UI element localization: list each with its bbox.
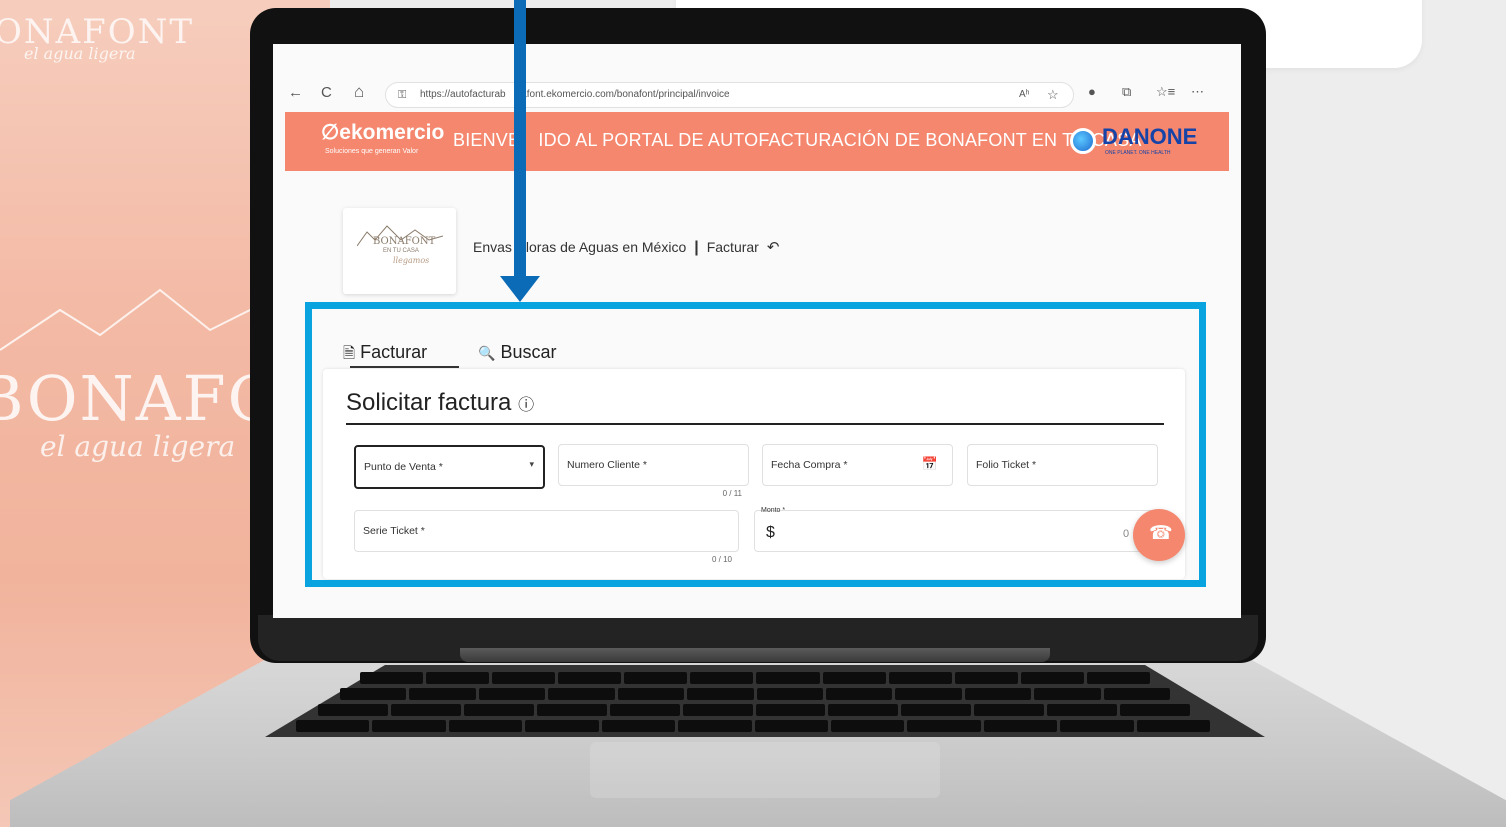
favorites-bar-icon[interactable]: ☆≡ [1156,84,1175,100]
danone-logo: DANONE [1102,124,1198,149]
lock-icon[interactable]: ⚿ [398,83,406,107]
logo-sub: EN TU CASA [383,248,419,254]
keyboard-row [296,720,1211,732]
home-icon[interactable]: ⌂ [354,82,364,102]
form-highlight-box [305,302,1206,587]
reload-icon[interactable]: C [321,84,332,101]
banner-title: BIENVE IDO AL PORTAL DE AUTOFACTURACIÓN … [453,130,1142,150]
back-icon[interactable]: ↶ [767,239,780,256]
read-aloud-icon[interactable]: Aʰ [1019,83,1030,107]
breadcrumb-company: Envas loras de Aguas en México [473,239,687,255]
extension-icon[interactable]: ● [1088,84,1096,99]
danone-globe-icon [1070,128,1096,154]
pointer-arrow-head-icon [500,276,540,302]
ekomercio-logo: ∅ekomercio [321,121,445,144]
address-bar[interactable]: ⚿ https://autofacturab nafont.ekomercio.… [385,82,1074,108]
bottle-tagline: el agua ligera [40,430,236,463]
keyboard-row [360,672,1150,684]
back-arrow-icon[interactable]: ← [288,84,303,101]
laptop-hinge [460,648,1050,662]
logo-brand: BONAFONT [373,236,436,247]
keyboard-row [318,704,1191,716]
bonafont-logo-card: BONAFONT EN TU CASA llegamos [343,208,456,294]
ekomercio-tagline: Soluciones que generan Valor [325,148,419,155]
pointer-arrow-shaft [514,0,526,286]
more-menu-icon[interactable]: ⋯ [1191,84,1204,100]
trackpad [590,742,940,798]
breadcrumb-separator: | [694,239,699,256]
favorite-star-icon[interactable]: ☆ [1047,83,1059,107]
url-text[interactable]: https://autofacturab nafont.ekomercio.co… [420,83,730,107]
bottle-tagline-top: el agua ligera [24,44,136,63]
collections-icon[interactable]: ⧉ [1122,84,1131,100]
portal-banner: ∅ekomercio Soluciones que generan Valor … [285,112,1229,171]
logo-signature: llegamos [393,256,430,265]
breadcrumb-page: Facturar [706,239,759,255]
danone-tagline: ONE PLANET. ONE HEALTH [1105,150,1171,156]
keyboard-row [340,688,1171,700]
